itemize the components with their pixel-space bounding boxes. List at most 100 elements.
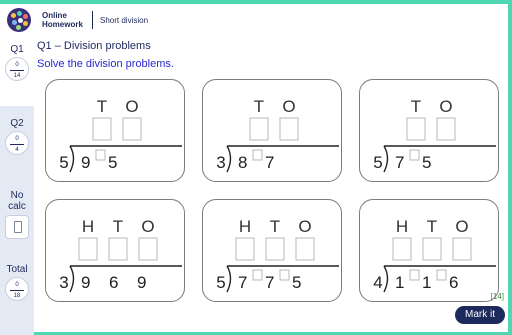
dividend-digit: 9 (81, 153, 90, 172)
score-total: 4 (15, 147, 19, 153)
division-bracket (69, 265, 75, 293)
place-value-header: T (411, 97, 421, 116)
division-layout: T O 5 9 5 (59, 97, 182, 173)
sidebar-item-calculator[interactable]: No calc (0, 190, 34, 239)
place-value-header: T (254, 97, 264, 116)
division-card: HTO3969 (45, 199, 185, 302)
header-divider (92, 11, 93, 29)
answer-box[interactable] (235, 237, 255, 261)
place-value-header: O (141, 217, 154, 236)
division-layout: H T O3 9 6 9 (59, 217, 182, 293)
answer-box[interactable] (452, 237, 472, 261)
answer-box[interactable] (138, 237, 158, 261)
divisor: 4 (373, 273, 382, 292)
dividend-digit: 5 (422, 153, 431, 172)
place-value-header: O (298, 217, 311, 236)
sidebar-item-q1[interactable]: Q1 0 14 (0, 36, 34, 106)
answer-box[interactable] (249, 117, 269, 141)
answer-box[interactable] (422, 237, 442, 261)
logo-icon (7, 8, 31, 32)
place-value-header: O (282, 97, 295, 116)
division-bracket (226, 265, 232, 293)
answer-box[interactable] (92, 117, 112, 141)
score-divider (10, 70, 24, 71)
score-circle: 0 18 (5, 277, 29, 301)
sidebar: Q1 0 14 Q2 0 4 No calc Total 0 18 (0, 36, 34, 335)
division-bracket (383, 145, 389, 173)
question-instruction: Solve the division problems. (37, 58, 174, 70)
division-bracket (69, 145, 75, 173)
brand-line-1: Online (42, 11, 67, 20)
carry-box[interactable] (95, 149, 106, 161)
answer-box[interactable] (279, 117, 299, 141)
sidebar-item-q2[interactable]: Q2 0 4 (0, 118, 34, 155)
division-layout: H T O4 1 1 6 (373, 217, 496, 293)
dividend-digit: 5 (292, 273, 301, 292)
divisor: 5 (216, 273, 225, 292)
division-card: HTO5775 (202, 199, 342, 302)
divisor: 5 (59, 153, 68, 172)
answer-box[interactable] (392, 237, 412, 261)
sidebar-item-total: Total 0 18 (0, 264, 34, 301)
dividend-digit: 9 (81, 273, 90, 292)
place-value-header: H (82, 217, 94, 236)
brand-name: Online Homework (42, 11, 83, 29)
division-card: HTO4116 (359, 199, 499, 302)
place-value-header: O (455, 217, 468, 236)
division-card: TO 575 (359, 79, 499, 182)
score-value: 0 (15, 62, 19, 68)
dividend-digit: 7 (395, 153, 404, 172)
mark-it-button[interactable]: Mark it (455, 306, 505, 324)
carry-box[interactable] (436, 269, 447, 281)
place-value-header: O (439, 97, 452, 116)
place-value-header: T (97, 97, 107, 116)
answer-box[interactable] (406, 117, 426, 141)
answer-box[interactable] (108, 237, 128, 261)
score-circle: 0 14 (5, 57, 29, 81)
division-layout: T O 5 7 5 (373, 97, 496, 173)
division-card: TO 387 (202, 79, 342, 182)
score-circle: 0 4 (5, 131, 29, 155)
brand-line-2: Homework (42, 20, 83, 29)
score-total: 14 (13, 73, 21, 79)
division-layout: H T O5 7 7 5 (216, 217, 339, 293)
division-card: TO 595 (45, 79, 185, 182)
sidebar-item-label: Total (6, 264, 28, 275)
answer-box[interactable] (265, 237, 285, 261)
division-bracket (226, 145, 232, 173)
dividend-digit: 1 (395, 273, 404, 292)
place-value-header: T (113, 217, 123, 236)
header: Online Homework Short division (0, 4, 508, 36)
place-value-header: T (427, 217, 437, 236)
dividend-digit: 7 (265, 153, 274, 172)
divisor: 3 (216, 153, 225, 172)
answer-box[interactable] (122, 117, 142, 141)
sidebar-item-label: Q2 (10, 118, 24, 129)
dividend-digit: 5 (108, 153, 117, 172)
place-value-header: H (396, 217, 408, 236)
answer-box[interactable] (295, 237, 315, 261)
calc-label-line-1: No (10, 190, 24, 201)
dividend-digit: 7 (238, 273, 247, 292)
place-value-header: O (125, 97, 138, 116)
dividend-digit: 6 (449, 273, 458, 292)
dividend-digit: 9 (137, 273, 146, 292)
answer-box[interactable] (436, 117, 456, 141)
dividend-digit: 7 (265, 273, 274, 292)
section-title: Short division (100, 16, 149, 25)
carry-box[interactable] (409, 269, 420, 281)
carry-box[interactable] (409, 149, 420, 161)
score-value: 0 (15, 282, 19, 288)
calc-label-line-2: calc (8, 201, 26, 212)
calculator-icon (14, 221, 22, 233)
carry-box[interactable] (252, 269, 263, 281)
sidebar-item-label: Q1 (10, 44, 24, 55)
answer-box[interactable] (78, 237, 98, 261)
carry-box[interactable] (279, 269, 290, 281)
place-value-header: H (239, 217, 251, 236)
carry-box[interactable] (252, 149, 263, 161)
divisor: 3 (59, 273, 68, 292)
calculator-button[interactable] (5, 215, 29, 239)
score-value: 0 (15, 136, 19, 142)
score-divider (10, 290, 24, 291)
